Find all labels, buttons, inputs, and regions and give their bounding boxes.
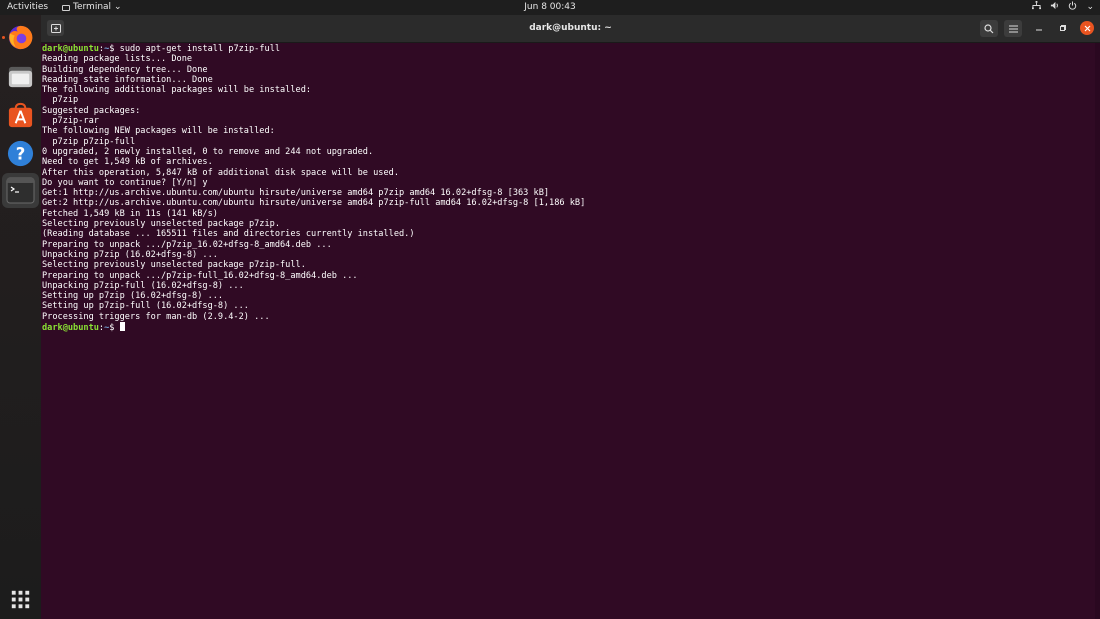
- top-bar: Activities Terminal ⌄ Jun 8 00:43 ⌄: [0, 0, 1100, 15]
- maximize-button[interactable]: [1056, 21, 1070, 35]
- prompt-line: dark@ubuntu:~$: [42, 322, 585, 334]
- show-applications-icon[interactable]: [6, 585, 35, 614]
- prompt-user-host: dark@ubuntu: [42, 323, 99, 334]
- output-line: Selecting previously unselected package …: [42, 260, 306, 271]
- scrollbar[interactable]: [1095, 43, 1100, 619]
- terminal-icon[interactable]: [2, 173, 39, 208]
- output-line: Setting up p7zip (16.02+dfsg-8) ...: [42, 291, 224, 302]
- text-cursor: [119, 322, 125, 332]
- output-line: Fetched 1,549 kB in 11s (141 kB/s): [42, 208, 218, 219]
- output-line: The following NEW packages will be insta…: [42, 126, 275, 137]
- output-line: Suggested packages:: [42, 105, 141, 116]
- output-line: p7zip-rar: [42, 116, 99, 127]
- output-line: p7zip p7zip-full: [42, 136, 136, 147]
- activities-button[interactable]: Activities: [7, 1, 48, 14]
- menu-button[interactable]: [1004, 20, 1022, 37]
- output-line: The following additional packages will b…: [42, 85, 312, 96]
- network-icon: [1032, 1, 1042, 15]
- output-line: Processing triggers for man-db (2.9.4-2)…: [42, 311, 270, 322]
- volume-icon: [1050, 1, 1059, 15]
- output-line: Get:2 http://us.archive.ubuntu.com/ubunt…: [42, 198, 586, 209]
- prompt-path: ~: [104, 44, 110, 54]
- minimize-button[interactable]: [1032, 21, 1046, 35]
- running-indicator: [2, 36, 5, 39]
- firefox-icon[interactable]: [6, 23, 35, 52]
- output-line: Preparing to unpack .../p7zip-full_16.02…: [42, 270, 358, 281]
- terminal-lines: dark@ubuntu:~$ sudo apt-get install p7zi…: [42, 44, 586, 334]
- output-line: Get:1 http://us.archive.ubuntu.com/ubunt…: [42, 188, 550, 199]
- chevron-down-icon: ⌄: [1086, 2, 1094, 12]
- window-title: dark@ubuntu: ~: [529, 23, 612, 33]
- power-icon: [1068, 1, 1077, 15]
- system-tray[interactable]: ⌄: [1032, 1, 1094, 15]
- command-text: sudo apt-get install p7zip-full: [119, 44, 281, 54]
- output-line: Unpacking p7zip-full (16.02+dfsg-8) ...: [42, 280, 244, 291]
- terminal-output-area[interactable]: dark@ubuntu:~$ sudo apt-get install p7zi…: [41, 43, 1095, 619]
- new-tab-button[interactable]: [47, 20, 64, 36]
- output-line: Unpacking p7zip (16.02+dfsg-8) ...: [42, 249, 218, 260]
- dock: ?: [0, 15, 41, 619]
- output-line: p7zip: [42, 95, 79, 106]
- clock[interactable]: Jun 8 00:43: [524, 2, 575, 12]
- search-button[interactable]: [980, 20, 998, 37]
- prompt-line: dark@ubuntu:~$ sudo apt-get install p7zi…: [42, 44, 281, 54]
- svg-text:?: ?: [16, 144, 26, 163]
- output-line: Need to get 1,549 kB of archives.: [42, 157, 213, 168]
- output-line: 0 upgraded, 2 newly installed, 0 to remo…: [42, 146, 374, 157]
- output-line: After this operation, 5,847 kB of additi…: [42, 167, 399, 178]
- app-menu-button[interactable]: Terminal ⌄: [62, 1, 122, 14]
- output-line: Selecting previously unselected package …: [42, 219, 280, 230]
- ubuntu-software-icon[interactable]: [6, 101, 35, 130]
- app-menu-label: Terminal: [73, 2, 112, 12]
- output-line: Preparing to unpack .../p7zip_16.02+dfsg…: [42, 239, 332, 250]
- output-line: Reading package lists... Done: [42, 54, 193, 65]
- prompt-path: ~: [104, 323, 110, 334]
- chevron-down-icon: ⌄: [114, 2, 122, 12]
- terminal-app-icon: [62, 4, 70, 11]
- output-line: Reading state information... Done: [42, 74, 213, 85]
- output-line: Setting up p7zip-full (16.02+dfsg-8) ...: [42, 301, 249, 312]
- help-icon[interactable]: ?: [6, 139, 35, 168]
- output-line: Building dependency tree... Done: [42, 64, 208, 75]
- terminal-titlebar: dark@ubuntu: ~: [41, 15, 1100, 43]
- output-line: (Reading database ... 165511 files and d…: [42, 229, 415, 240]
- files-icon[interactable]: [6, 62, 35, 91]
- prompt-user-host: dark@ubuntu: [42, 44, 99, 54]
- output-line: Do you want to continue? [Y/n] y: [42, 177, 208, 188]
- close-button[interactable]: [1080, 21, 1094, 35]
